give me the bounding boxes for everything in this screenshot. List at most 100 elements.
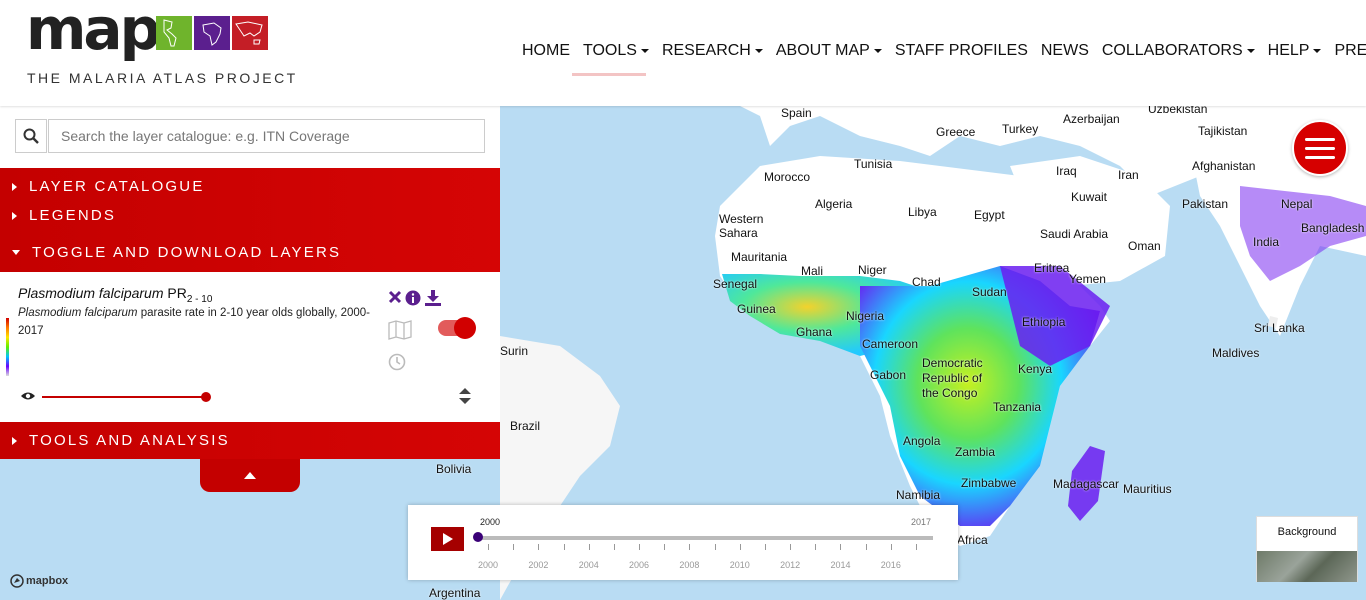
map-label-egypt: Egypt (974, 208, 1005, 222)
timeline-tick (538, 544, 540, 550)
map-label-kuwait: Kuwait (1071, 190, 1108, 204)
menu-bar (1305, 146, 1335, 150)
accordion-toggle-download[interactable]: TOGGLE AND DOWNLOAD LAYERS (0, 238, 500, 267)
map-label-india: India (1253, 235, 1280, 249)
background-layer-button[interactable]: Background (1256, 516, 1358, 582)
map-label-eritrea: Eritrea (1034, 261, 1070, 275)
map-label-bangladesh: Bangladesh (1301, 221, 1365, 235)
mapbox-attribution[interactable]: mapbox (10, 574, 68, 588)
map-label-morocco: Morocco (764, 170, 811, 184)
accordion-layer-catalogue[interactable]: LAYER CATALOGUE (0, 172, 500, 201)
map-label-mali: Mali (801, 264, 824, 278)
caret-down-icon (640, 48, 649, 53)
remove-layer-icon[interactable] (388, 290, 402, 304)
reorder-icon[interactable] (458, 387, 472, 405)
info-icon[interactable] (405, 290, 421, 306)
map-label-guinea: Guinea (737, 302, 776, 316)
download-icon[interactable] (424, 290, 442, 306)
layer-visibility-toggle[interactable] (438, 317, 476, 339)
map-label-zambia: Zambia (955, 445, 996, 459)
map-label-chad: Chad (912, 275, 941, 289)
map-label-ghana: Ghana (796, 325, 833, 339)
map-label-argentina: Argentina (429, 586, 481, 600)
layer-card: Plasmodium falciparum PR2 - 10 Plasmodiu… (0, 272, 500, 422)
map-label-zimbabwe: Zimbabwe (961, 476, 1017, 490)
map-label-western-sahara: Western Sahara (719, 212, 764, 240)
layer-panel: LAYER CATALOGUE LEGENDS TOGGLE AND DOWNL… (0, 106, 500, 492)
timeline-tick-label: 2004 (578, 560, 599, 570)
timeline-tick-label: 2016 (880, 560, 901, 570)
map-label-oman: Oman (1128, 239, 1161, 253)
map-label-ethiopia: Ethiopia (1022, 315, 1066, 329)
main-nav: HOME TOOLS RESEARCH ABOUT MAP STAFF PROF… (522, 42, 1366, 60)
nav-collaborators[interactable]: COLLABORATORS (1102, 42, 1255, 60)
timeline-tick (790, 544, 792, 550)
map-label-cameroon: Cameroon (862, 337, 919, 351)
timeline-track[interactable] (478, 536, 933, 540)
mapbox-logo-icon (10, 574, 24, 588)
timeline-handle[interactable] (473, 532, 483, 542)
background-thumbnail (1257, 551, 1357, 582)
map-label-mauritius: Mauritius (1123, 482, 1172, 496)
map-label-madagascar: Madagascar (1053, 477, 1120, 491)
map-label-iran: Iran (1118, 168, 1139, 182)
nav-home[interactable]: HOME (522, 42, 570, 60)
play-button[interactable] (431, 527, 464, 551)
map-label-afghanistan: Afghanistan (1192, 159, 1256, 173)
chevron-right-icon (12, 211, 17, 220)
map-label-sudan: Sudan (972, 285, 1007, 299)
americas-tile-icon (156, 16, 192, 50)
timeline-tick (840, 544, 842, 550)
menu-bar (1305, 137, 1335, 141)
timeline-tick-label: 2006 (629, 560, 650, 570)
clock-icon[interactable] (388, 353, 406, 371)
accordion-legends[interactable]: LEGENDS (0, 201, 500, 230)
nav-tools[interactable]: TOOLS (583, 42, 649, 60)
logo-subtitle: THE MALARIA ATLAS PROJECT (27, 70, 298, 86)
layer-search-input[interactable] (48, 119, 485, 153)
hamburger-menu-button[interactable] (1292, 120, 1348, 176)
nav-press[interactable]: PRESS (1334, 42, 1366, 60)
panel-accordion: LAYER CATALOGUE LEGENDS TOGGLE AND DOWNL… (0, 168, 500, 272)
timeline-tick (689, 544, 691, 550)
timeline-tick-label: 2002 (528, 560, 549, 570)
map-label-tunisia: Tunisia (854, 157, 893, 171)
play-icon (442, 533, 453, 545)
opacity-slider-thumb[interactable] (201, 392, 211, 402)
map-label-angola: Angola (903, 434, 941, 448)
map-label-drc: Democratic Republic of the Congo (922, 356, 983, 400)
tools-block: TOOLS AND ANALYSIS (0, 422, 500, 459)
timeline-tick-label: 2014 (830, 560, 851, 570)
map-label-greece: Greece (936, 125, 976, 139)
asia-tile-icon (232, 16, 268, 50)
timeline-tick (613, 544, 615, 550)
timeline-tick (563, 544, 565, 550)
map-view-icon[interactable] (388, 320, 412, 340)
map-label-spain: Spain (781, 106, 812, 120)
collapse-panel-button[interactable] (200, 459, 300, 492)
search-button[interactable] (15, 119, 47, 153)
nav-news[interactable]: NEWS (1041, 42, 1089, 60)
layer-description: Plasmodium falciparum parasite rate in 2… (18, 307, 370, 337)
map-label-algeria: Algeria (815, 197, 853, 211)
caret-down-icon (1246, 48, 1255, 53)
nav-help[interactable]: HELP (1268, 42, 1322, 60)
map-label-pakistan: Pakistan (1182, 197, 1229, 211)
map-label-tanzania: Tanzania (993, 400, 1042, 414)
nav-staff-profiles[interactable]: STAFF PROFILES (895, 42, 1028, 60)
map-label-suriname: Suriname (500, 344, 528, 358)
timeline-tick-label: 2012 (780, 560, 801, 570)
nav-research[interactable]: RESEARCH (662, 42, 763, 60)
map-label-namibia: Namibia (896, 488, 941, 502)
chevron-right-icon (12, 182, 17, 191)
map-label-yemen: Yemen (1069, 272, 1106, 286)
layer-title: Plasmodium falciparum PR2 - 10 (18, 285, 213, 305)
eye-icon (21, 392, 35, 400)
accordion-tools-analysis[interactable]: TOOLS AND ANALYSIS (0, 422, 500, 459)
map-label-azerbaijan: Azerbaijan (1063, 112, 1120, 126)
nav-about-map[interactable]: ABOUT MAP (776, 42, 882, 60)
background-label: Background (1277, 526, 1337, 538)
timeline-tick (588, 544, 590, 550)
opacity-slider-track[interactable] (42, 396, 206, 398)
map-label-brazil: Brazil (510, 419, 541, 433)
